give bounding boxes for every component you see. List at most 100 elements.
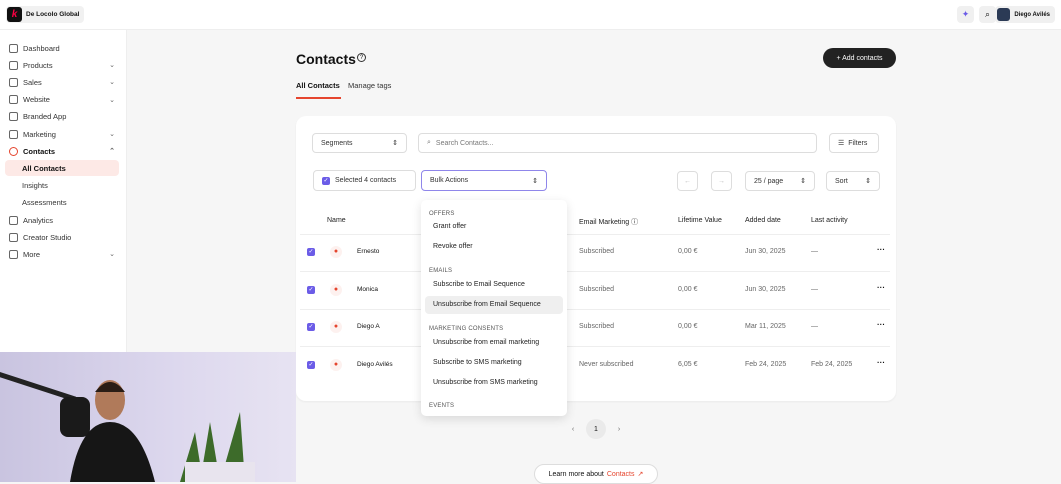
next-page-arrow[interactable]: › [609, 419, 629, 439]
last-activity: — [811, 285, 818, 293]
sidebar-item-marketing[interactable]: Marketing ⌄ [5, 126, 119, 142]
row-checkbox[interactable]: ✓ [307, 285, 315, 294]
contact-name[interactable]: Ernesto [357, 248, 379, 255]
sidebar-item-creator-studio[interactable]: Creator Studio [5, 229, 119, 245]
row-actions-button[interactable]: ··· [877, 283, 885, 292]
column-header-email-marketing[interactable]: Email Marketing ⓘ [579, 217, 638, 227]
menu-item-subscribe-sequence[interactable]: Subscribe to Email Sequence [425, 276, 563, 294]
brand-name: De Locolo Global [26, 11, 80, 18]
row-checkbox[interactable]: ✓ [307, 248, 315, 256]
sidebar-item-dashboard[interactable]: Dashboard [5, 40, 119, 56]
sidebar-item-branded-app[interactable]: Branded App [5, 109, 119, 125]
sidebar-item-products[interactable]: Products ⌄ [5, 57, 119, 73]
page-1-button[interactable]: 1 [586, 419, 606, 439]
add-contacts-button[interactable]: + Add contacts [823, 48, 896, 68]
contacts-card [296, 116, 896, 401]
select-all-checkbox[interactable]: ✓ Selected 4 contacts [313, 170, 416, 191]
email-marketing-status: Subscribed [579, 248, 615, 255]
sidebar-item-more[interactable]: More ⌄ [5, 246, 119, 262]
menu-item-grant-offer[interactable]: Grant offer [425, 218, 563, 236]
contact-name[interactable]: Monica [357, 286, 378, 293]
per-page-label: 25 / page [754, 177, 784, 185]
user-name: Diego Avilés [1014, 11, 1050, 18]
bulk-actions-select[interactable]: Bulk Actions ⇕ [421, 170, 547, 191]
menu-item-unsubscribe-email[interactable]: Unsubscribe from email marketing [425, 334, 563, 352]
bulk-actions-label: Bulk Actions [430, 177, 469, 184]
marketing-icon [9, 129, 18, 139]
menu-item-unsubscribe-sequence[interactable]: Unsubscribe from Email Sequence [425, 296, 563, 314]
ai-sparkle-button[interactable]: ✦ [957, 6, 974, 23]
learn-more-link[interactable]: Learn more about Contacts ↗ [534, 464, 658, 484]
last-activity: — [811, 323, 818, 331]
sidebar-item-website[interactable]: Website ⌄ [5, 92, 119, 108]
email-marketing-status: Subscribed [579, 323, 615, 331]
selected-count: Selected 4 contacts [335, 177, 397, 184]
checkbox-checked: ✓ [322, 176, 330, 185]
lifetime-value: 6,05 € [678, 361, 698, 369]
chevron-down-icon: ⌄ [109, 131, 115, 138]
column-header-lifetime-value[interactable]: Lifetime Value [678, 217, 722, 224]
sidebar-item-insights[interactable]: Insights [5, 178, 119, 194]
chevron-down-icon: ⌄ [109, 79, 115, 87]
menu-item-unsubscribe-sms[interactable]: Unsubscribe from SMS marketing [425, 374, 563, 392]
search-placeholder: Search Contacts... [435, 139, 494, 147]
search-button[interactable]: ⌕ [979, 6, 996, 23]
email-marketing-status: Subscribed [579, 285, 615, 293]
menu-section-emails: EMAILS [429, 268, 453, 274]
sales-icon [9, 77, 18, 87]
help-icon: ⓘ [631, 219, 639, 226]
divider [300, 234, 890, 235]
per-page-select[interactable]: 25 / page ⇕ [745, 171, 815, 191]
chevron-updown-icon: ⇕ [392, 140, 398, 147]
sidebar-item-all-contacts[interactable]: All Contacts [5, 160, 119, 177]
chevron-down-icon: ⌄ [109, 62, 115, 70]
menu-item-subscribe-sms[interactable]: Subscribe to SMS marketing [425, 354, 563, 372]
workspace-switcher[interactable]: k De Locolo Global [6, 6, 85, 23]
sidebar-item-assessments[interactable]: Assessments [5, 195, 119, 211]
row-actions-button[interactable]: ··· [877, 320, 885, 329]
last-activity: Feb 24, 2025 [811, 361, 853, 369]
row-checkbox[interactable]: ✓ [307, 361, 315, 370]
added-date: Jun 30, 2025 [745, 285, 786, 293]
menu-item-revoke-offer[interactable]: Revoke offer [425, 238, 563, 256]
header-label: Email Marketing [579, 219, 630, 226]
filters-button[interactable]: ☰ Filters [829, 133, 879, 153]
filters-label: Filters [848, 139, 868, 147]
divider [300, 308, 890, 310]
segments-select[interactable]: Segments ⇕ [312, 133, 407, 153]
prev-page-arrow[interactable]: ‹ [563, 419, 583, 439]
next-page-button[interactable]: → [711, 171, 732, 191]
column-header-last-activity[interactable]: Last activity [811, 217, 848, 224]
row-actions-button[interactable]: ··· [877, 245, 885, 254]
filter-icon: ☰ [838, 140, 845, 147]
sidebar-item-sales[interactable]: Sales ⌄ [5, 74, 119, 90]
row-actions-button[interactable]: ··· [877, 358, 885, 367]
tab-all-contacts[interactable]: All Contacts [296, 81, 340, 90]
sidebar-item-label: Marketing [23, 129, 56, 139]
menu-section-marketing-consents: MARKETING CONSENTS [429, 326, 504, 332]
search-input[interactable]: ⌕ Search Contacts... [418, 133, 817, 153]
user-menu[interactable]: Diego Avilés [995, 6, 1055, 23]
website-icon [9, 95, 18, 105]
branded-app-icon [9, 112, 18, 122]
contact-name[interactable]: Diego A [357, 323, 380, 330]
row-checkbox[interactable]: ✓ [307, 323, 315, 332]
chevron-updown-icon: ⇕ [865, 178, 871, 185]
presenter-video-illustration [0, 372, 255, 482]
column-header-added-date[interactable]: Added date [745, 217, 781, 224]
active-tab-indicator [296, 97, 341, 99]
sort-select[interactable]: Sort ⇕ [826, 171, 880, 191]
help-icon[interactable]: ? [357, 53, 366, 62]
contact-name[interactable]: Diego Avilés [357, 361, 393, 368]
sidebar-item-analytics[interactable]: Analytics [5, 212, 119, 228]
sidebar-item-contacts[interactable]: Contacts ⌃ [5, 143, 119, 159]
creator-studio-icon [9, 232, 18, 242]
sidebar-item-label: Contacts [23, 146, 56, 156]
added-date: Mar 11, 2025 [745, 323, 786, 331]
sidebar-item-label: Creator Studio [23, 232, 72, 242]
prev-page-button[interactable]: ← [677, 171, 698, 191]
email-marketing-status: Never subscribed [579, 361, 634, 369]
lifetime-value: 0,00 € [678, 285, 698, 293]
tab-manage-tags[interactable]: Manage tags [348, 81, 391, 90]
column-header-name[interactable]: Name [327, 217, 346, 224]
